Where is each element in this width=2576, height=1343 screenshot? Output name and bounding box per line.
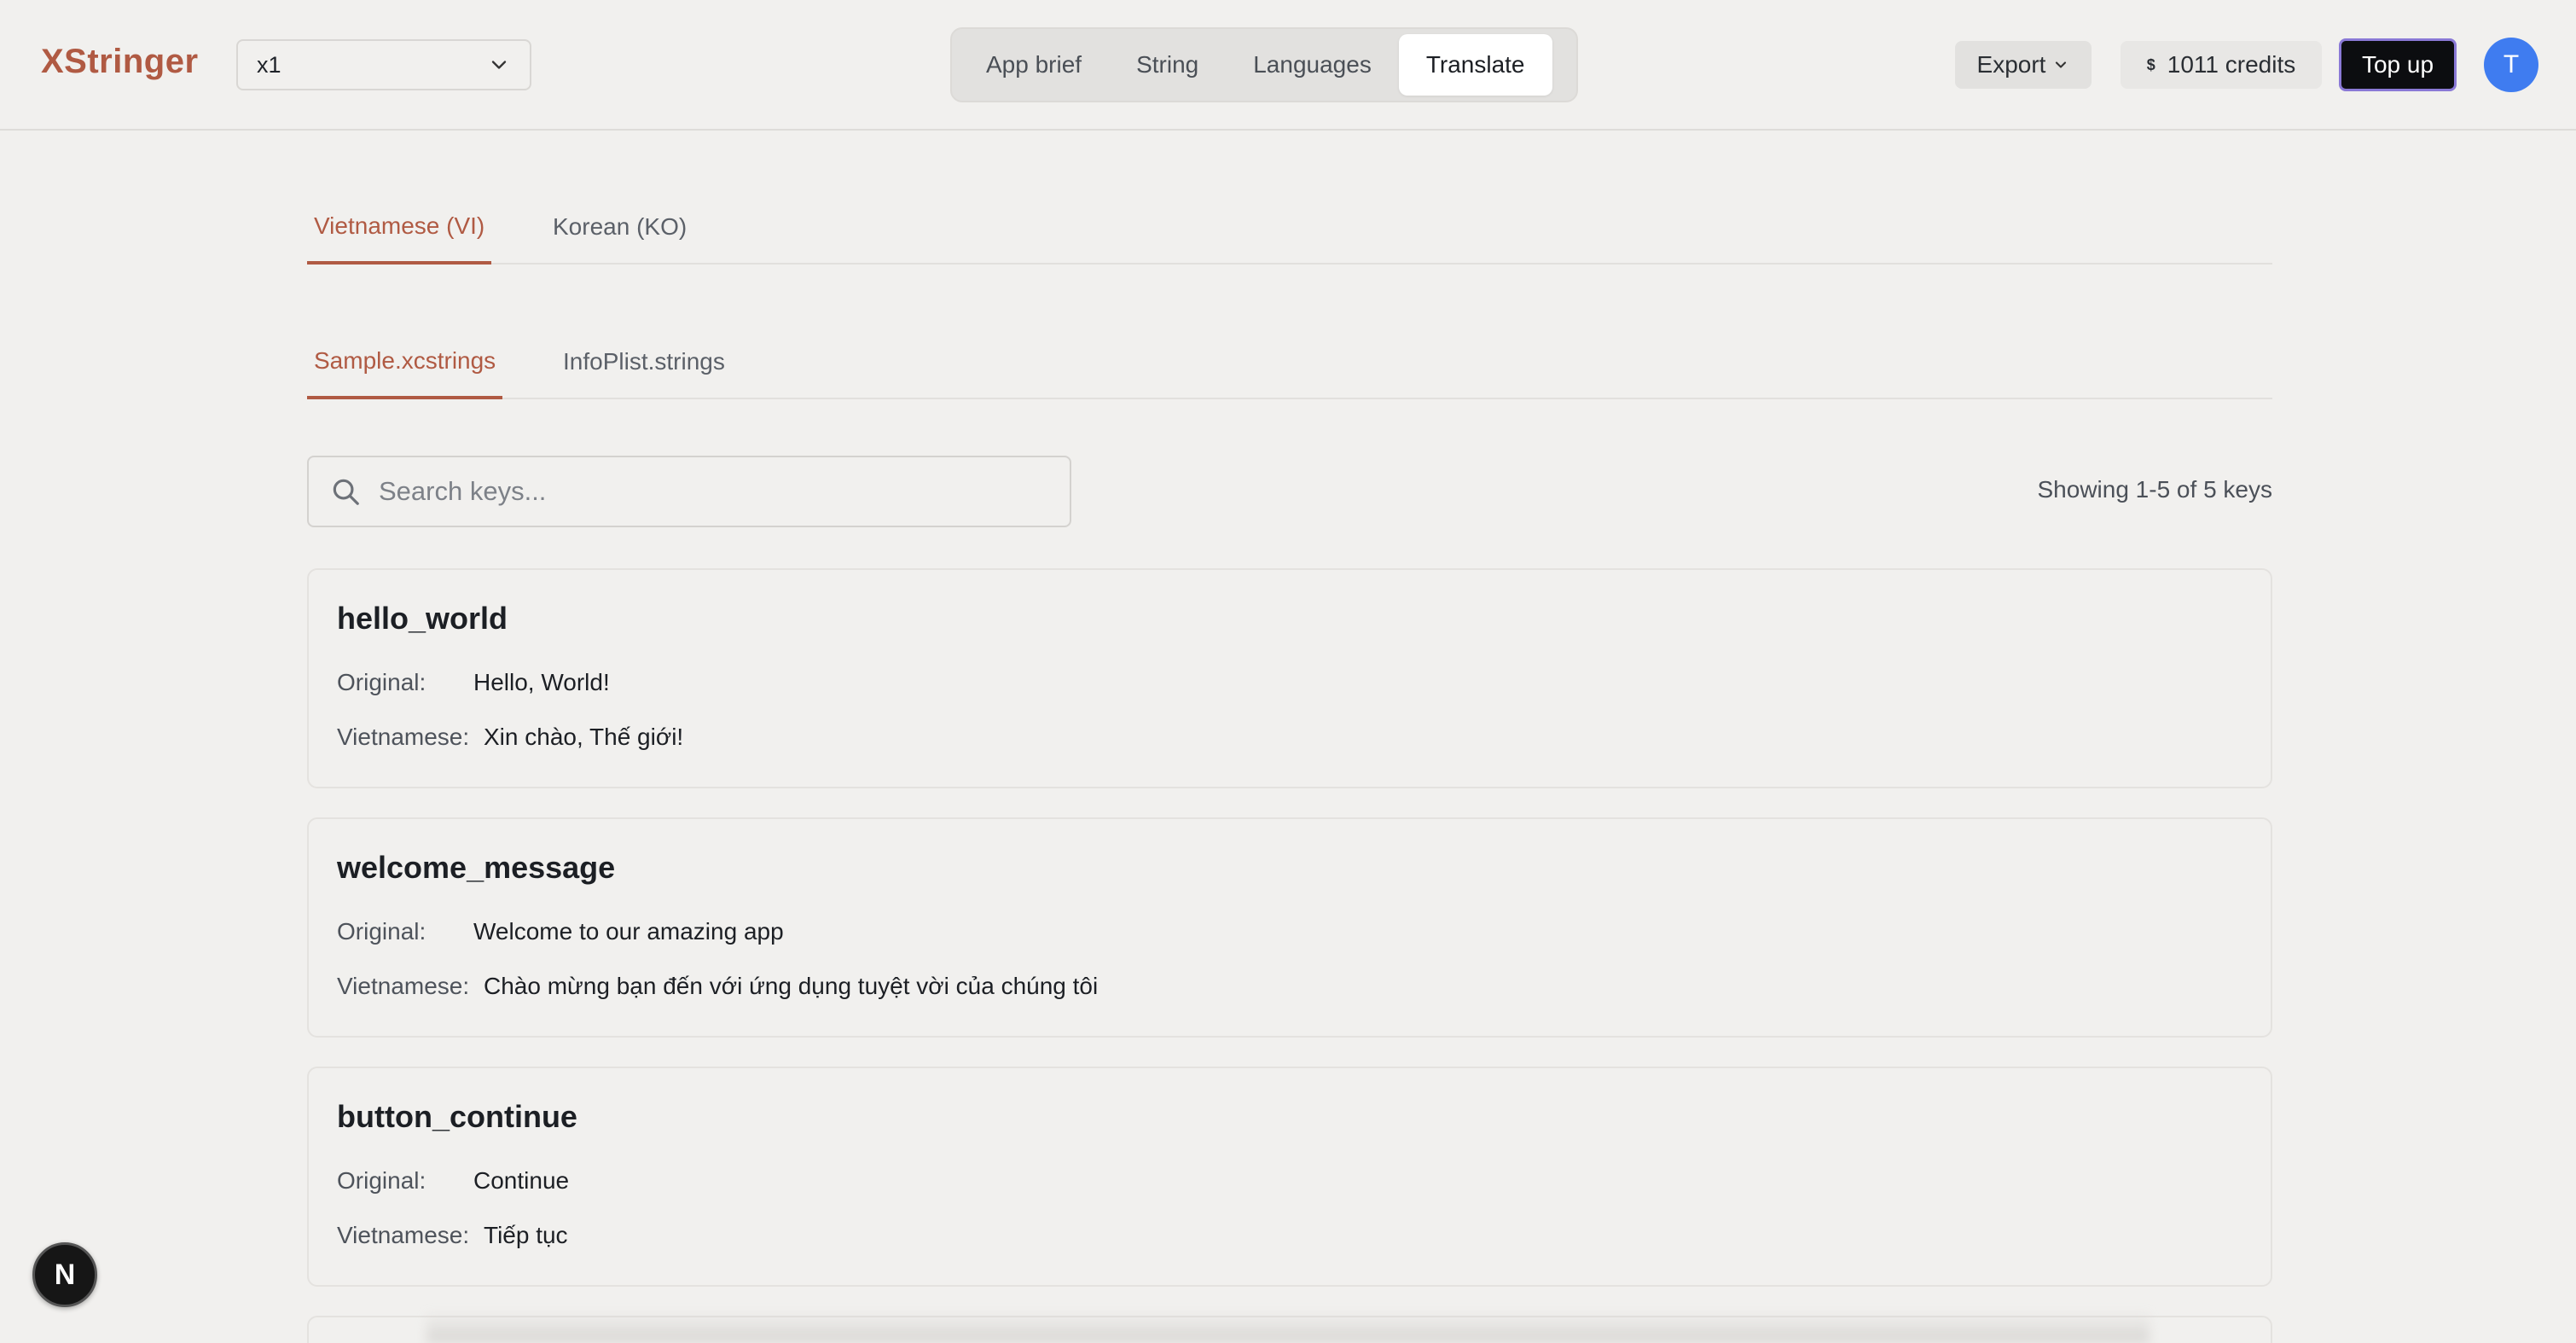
user-avatar[interactable]: T [2484,38,2538,92]
original-label: Original: [337,669,426,695]
page: XStringer x1 App brief String Languages … [0,0,2576,1343]
chevron-down-icon [491,61,507,69]
original-text: Welcome to our amazing app [473,918,784,945]
project-select-value: x1 [257,51,281,78]
dev-tools-badge[interactable]: N [32,1242,97,1307]
search-box[interactable] [307,456,1071,527]
key-card: welcome_message Original: Welcome to our… [307,817,2272,1038]
nav-tab-app-brief[interactable]: App brief [959,34,1109,96]
app-header: XStringer x1 App brief String Languages … [0,0,2576,131]
tab-korean[interactable]: Korean (KO) [546,191,693,263]
original-text: Hello, World! [473,669,610,695]
translation-row: Vietnamese: Tiếp tục [337,1222,568,1249]
tab-sample-xcstrings[interactable]: Sample.xcstrings [307,326,503,399]
main-nav: App brief String Languages Translate [950,27,1578,102]
export-button[interactable]: Export [1955,41,2092,89]
top-up-button[interactable]: Top up [2339,38,2457,91]
dollar-icon: $ [2146,55,2155,73]
nav-tab-languages[interactable]: Languages [1226,34,1399,96]
tab-vietnamese[interactable]: Vietnamese (VI) [307,191,492,265]
original-label: Original: [337,918,426,945]
project-select[interactable]: x1 [236,39,531,90]
tab-infoplist-strings[interactable]: InfoPlist.strings [556,326,732,398]
translation-label: Vietnamese: [337,1222,470,1248]
scroll-fade [426,1311,2150,1343]
original-text: Continue [473,1167,570,1194]
export-button-label: Export [1976,51,2046,78]
translation-row: Vietnamese: Chào mừng bạn đến với ứng dụ… [337,973,1098,1000]
translation-label: Vietnamese: [337,724,470,750]
search-input[interactable] [379,476,1044,507]
key-name: button_continue [337,1099,577,1134]
key-name: welcome_message [337,850,616,885]
nav-tab-string[interactable]: String [1109,34,1226,96]
translation-row: Vietnamese: Xin chào, Thế giới! [337,724,683,751]
translation-text[interactable]: Tiếp tục [484,1222,568,1249]
original-row: Original: Welcome to our amazing app [337,918,784,945]
translation-text[interactable]: Xin chào, Thế giới! [484,724,683,751]
key-card: button_continue Original: Continue Vietn… [307,1067,2272,1287]
chevron-down-icon [2056,61,2067,68]
original-row: Original: Continue [337,1167,569,1195]
translation-label: Vietnamese: [337,973,470,999]
file-tabs: Sample.xcstrings InfoPlist.strings [307,326,2272,399]
language-tabs: Vietnamese (VI) Korean (KO) [307,191,2272,265]
app-logo[interactable]: XStringer [41,43,199,81]
original-label: Original: [337,1167,426,1194]
key-card: hello_world Original: Hello, World! Viet… [307,568,2272,788]
results-count: Showing 1-5 of 5 keys [2037,476,2273,503]
translation-text[interactable]: Chào mừng bạn đến với ứng dụng tuyệt vời… [484,973,1098,1000]
credits-text: 1011 credits [2167,51,2296,78]
n-logo-icon: N [54,1258,76,1291]
nav-tab-translate[interactable]: Translate [1398,34,1552,96]
credits-display: $ 1011 credits [2121,41,2322,89]
original-row: Original: Hello, World! [337,669,610,696]
search-icon [333,479,359,505]
key-name: hello_world [337,601,508,636]
